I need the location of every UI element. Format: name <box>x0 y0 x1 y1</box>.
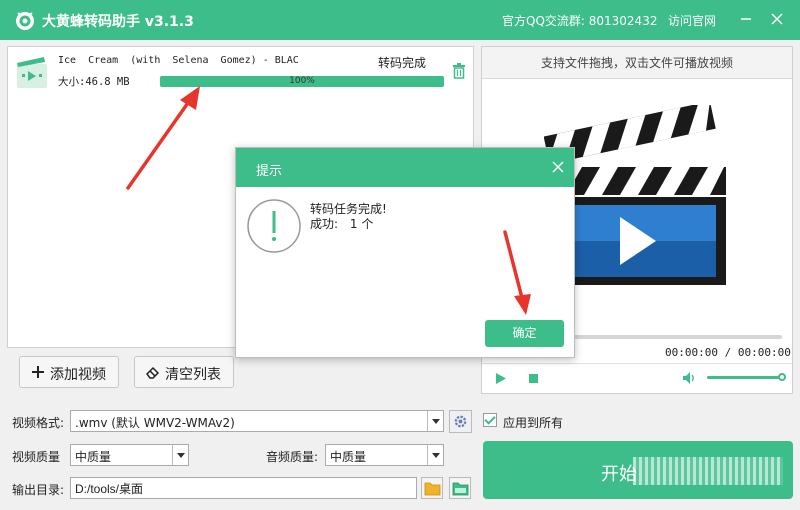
format-settings-button[interactable] <box>449 410 472 433</box>
browse-folder-button[interactable] <box>421 477 443 499</box>
video-file-icon <box>17 57 47 88</box>
add-video-button[interactable]: 添加视频 <box>19 356 119 388</box>
volume-icon[interactable] <box>682 371 696 385</box>
clear-list-button[interactable]: 清空列表 <box>134 356 234 388</box>
video-quality-value: 中质量 <box>75 450 112 464</box>
app-logo-icon <box>16 12 34 30</box>
output-dir-label: 输出目录: <box>12 483 65 497</box>
preview-hint: 支持文件拖拽，双击文件可播放视频 <box>482 47 792 79</box>
start-button[interactable]: 开始 <box>483 441 793 499</box>
video-format-select[interactable]: .wmv (默认 WMV2-WMAv2) <box>70 410 444 432</box>
eraser-icon <box>146 366 160 379</box>
timecode: 00:00:00 / 00:00:00 <box>665 346 791 359</box>
volume-slider-handle[interactable] <box>778 373 786 381</box>
success-count: 1 个 <box>349 217 374 231</box>
file-list-item[interactable]: Ice Cream (with Selena Gomez) - BLAC 大小:… <box>8 47 473 99</box>
video-quality-label: 视频质量 <box>12 450 61 464</box>
add-video-label: 添加视频 <box>50 367 106 383</box>
player-controls <box>482 363 792 393</box>
play-icon[interactable] <box>495 372 507 385</box>
progress-bar: 100% <box>160 76 444 87</box>
dialog-close-icon[interactable] <box>552 161 564 173</box>
trash-icon[interactable] <box>452 63 466 79</box>
output-dir-input[interactable] <box>70 477 417 499</box>
audio-quality-value: 中质量 <box>330 450 367 464</box>
apply-all-label: 应用到所有 <box>503 416 564 430</box>
visit-site-link[interactable]: 访问官网 <box>668 12 716 29</box>
file-status: 转码完成 <box>378 56 427 70</box>
dialog-success-count: 成功: 1 个 <box>310 215 373 232</box>
video-format-label: 视频格式: <box>12 416 65 430</box>
chevron-down-icon <box>427 445 443 465</box>
success-label: 成功: <box>310 217 339 231</box>
progress-label: 100% <box>289 76 315 86</box>
audio-quality-label: 音频质量: <box>266 450 319 464</box>
apply-all-checkbox[interactable] <box>483 413 497 427</box>
dialog-header: 提示 <box>236 148 574 187</box>
chevron-down-icon <box>172 445 188 465</box>
open-folder-icon <box>452 482 469 496</box>
stop-icon[interactable] <box>529 374 538 383</box>
close-icon[interactable] <box>769 11 785 27</box>
folder-icon <box>424 482 441 496</box>
video-quality-select[interactable]: 中质量 <box>70 444 189 466</box>
video-format-value: .wmv (默认 WMV2-WMAv2) <box>75 416 235 430</box>
title-bar: 大黄蜂转码助手 v3.1.3 官方QQ交流群: 801302432 访问官网 <box>0 0 800 40</box>
gear-icon <box>454 415 467 428</box>
app-title: 大黄蜂转码助手 v3.1.3 <box>42 14 194 30</box>
dialog-title: 提示 <box>256 164 283 179</box>
clear-list-label: 清空列表 <box>165 367 221 383</box>
qq-group-text: 官方QQ交流群: 801302432 <box>502 14 658 28</box>
completion-dialog: 提示 转码任务完成! 成功: 1 个 确定 <box>235 147 575 358</box>
start-label: 开始 <box>601 464 637 485</box>
volume-slider[interactable] <box>707 376 783 379</box>
file-name: Ice Cream (with Selena Gomez) - BLAC <box>58 55 299 66</box>
exclamation-icon <box>247 199 301 253</box>
chevron-down-icon <box>427 411 443 431</box>
open-folder-button[interactable] <box>449 477 471 499</box>
minimize-icon[interactable] <box>738 11 754 27</box>
ok-button[interactable]: 确定 <box>485 320 564 347</box>
start-button-shine <box>633 457 783 485</box>
audio-quality-select[interactable]: 中质量 <box>325 444 444 466</box>
plus-icon <box>32 366 44 378</box>
file-size: 大小:46.8 MB <box>58 76 130 88</box>
